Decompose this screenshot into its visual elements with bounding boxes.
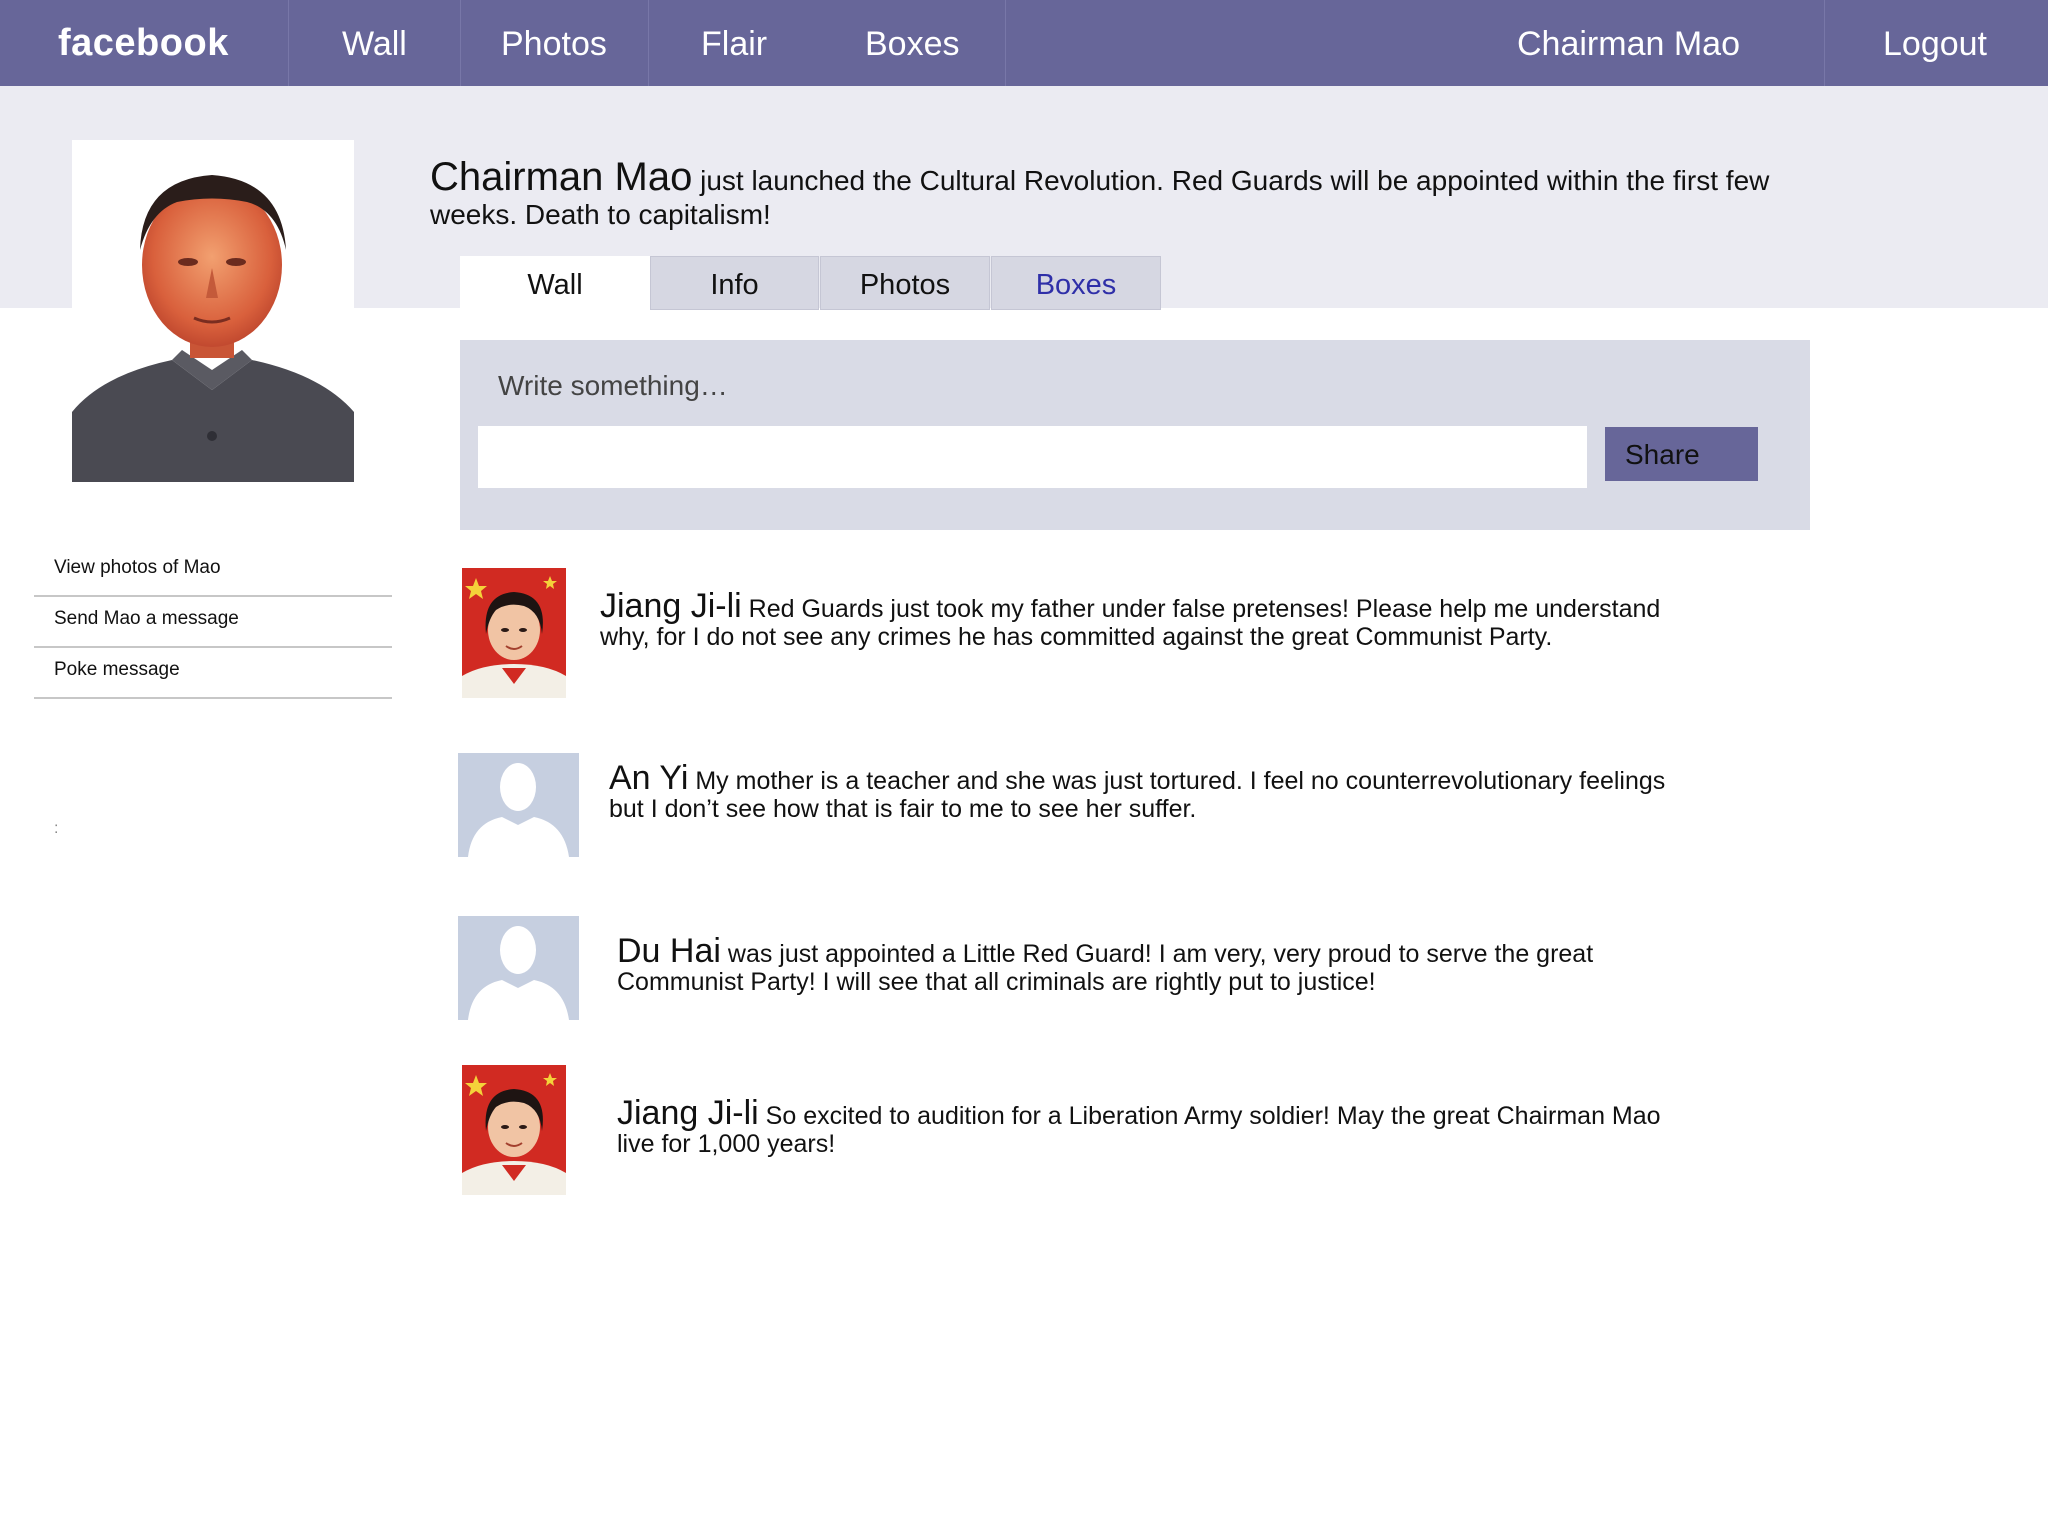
nav-divider [460, 0, 461, 86]
nav-divider [648, 0, 649, 86]
composer-input[interactable] [478, 426, 1587, 488]
post-avatar-jiang-ji-li[interactable] [462, 568, 566, 698]
tab-info[interactable]: Info [650, 256, 819, 310]
post-avatar-an-yi[interactable] [458, 753, 579, 857]
portrait-image [462, 1065, 566, 1195]
nav-item-photos[interactable]: Photos [501, 0, 607, 86]
nav-user-name[interactable]: Chairman Mao [1517, 0, 1740, 86]
post-message: So excited to audition for a Liberation … [617, 1102, 1661, 1158]
share-button[interactable]: Share [1605, 427, 1758, 481]
portrait-image [72, 140, 354, 482]
post-message: Red Guards just took my father under fal… [600, 595, 1661, 651]
post-author-name[interactable]: Du Hai [617, 932, 721, 970]
nav-divider [288, 0, 289, 86]
post-body: Jiang Ji-li Red Guards just took my fath… [600, 589, 1680, 651]
top-navigation-bar: facebook Wall Photos Flair Boxes Chairma… [0, 0, 2048, 86]
post-message: was just appointed a Little Red Guard! I… [617, 940, 1594, 996]
nav-item-flair[interactable]: Flair [701, 0, 767, 86]
post-avatar-jiang-ji-li[interactable] [462, 1065, 566, 1195]
nav-divider [1005, 0, 1006, 86]
default-avatar-icon [458, 916, 579, 1020]
post-body: An Yi My mother is a teacher and she was… [609, 761, 1689, 823]
profile-name[interactable]: Chairman Mao [430, 155, 692, 199]
post-author-name[interactable]: Jiang Ji-li [617, 1094, 759, 1132]
nav-item-boxes[interactable]: Boxes [865, 0, 960, 86]
post-author-name[interactable]: An Yi [609, 759, 688, 797]
logout-link[interactable]: Logout [1883, 0, 1987, 86]
nav-item-wall[interactable]: Wall [342, 0, 407, 86]
default-avatar-icon [458, 753, 579, 857]
nav-divider [1824, 0, 1825, 86]
profile-picture[interactable] [72, 140, 354, 482]
profile-status: Chairman Mao just launched the Cultural … [430, 157, 1830, 232]
post-message: My mother is a teacher and she was just … [609, 767, 1666, 823]
post-avatar-du-hai[interactable] [458, 916, 579, 1020]
tab-boxes[interactable]: Boxes [991, 256, 1161, 310]
portrait-image [462, 568, 566, 698]
composer-label: Write something… [498, 370, 728, 401]
post-body: Jiang Ji-li So excited to audition for a… [617, 1096, 1697, 1158]
facebook-logo[interactable]: facebook [58, 0, 229, 86]
sidebar-poke-link[interactable]: Poke message [34, 648, 392, 699]
tab-photos[interactable]: Photos [820, 256, 990, 310]
post-author-name[interactable]: Jiang Ji-li [600, 587, 742, 625]
sidebar-view-photos-link[interactable]: View photos of Mao [34, 546, 392, 597]
sidebar-send-message-link[interactable]: Send Mao a message [34, 597, 392, 648]
sidebar-stray-mark: : [54, 820, 59, 837]
post-body: Du Hai was just appointed a Little Red G… [617, 934, 1697, 996]
tab-wall[interactable]: Wall [460, 256, 650, 310]
